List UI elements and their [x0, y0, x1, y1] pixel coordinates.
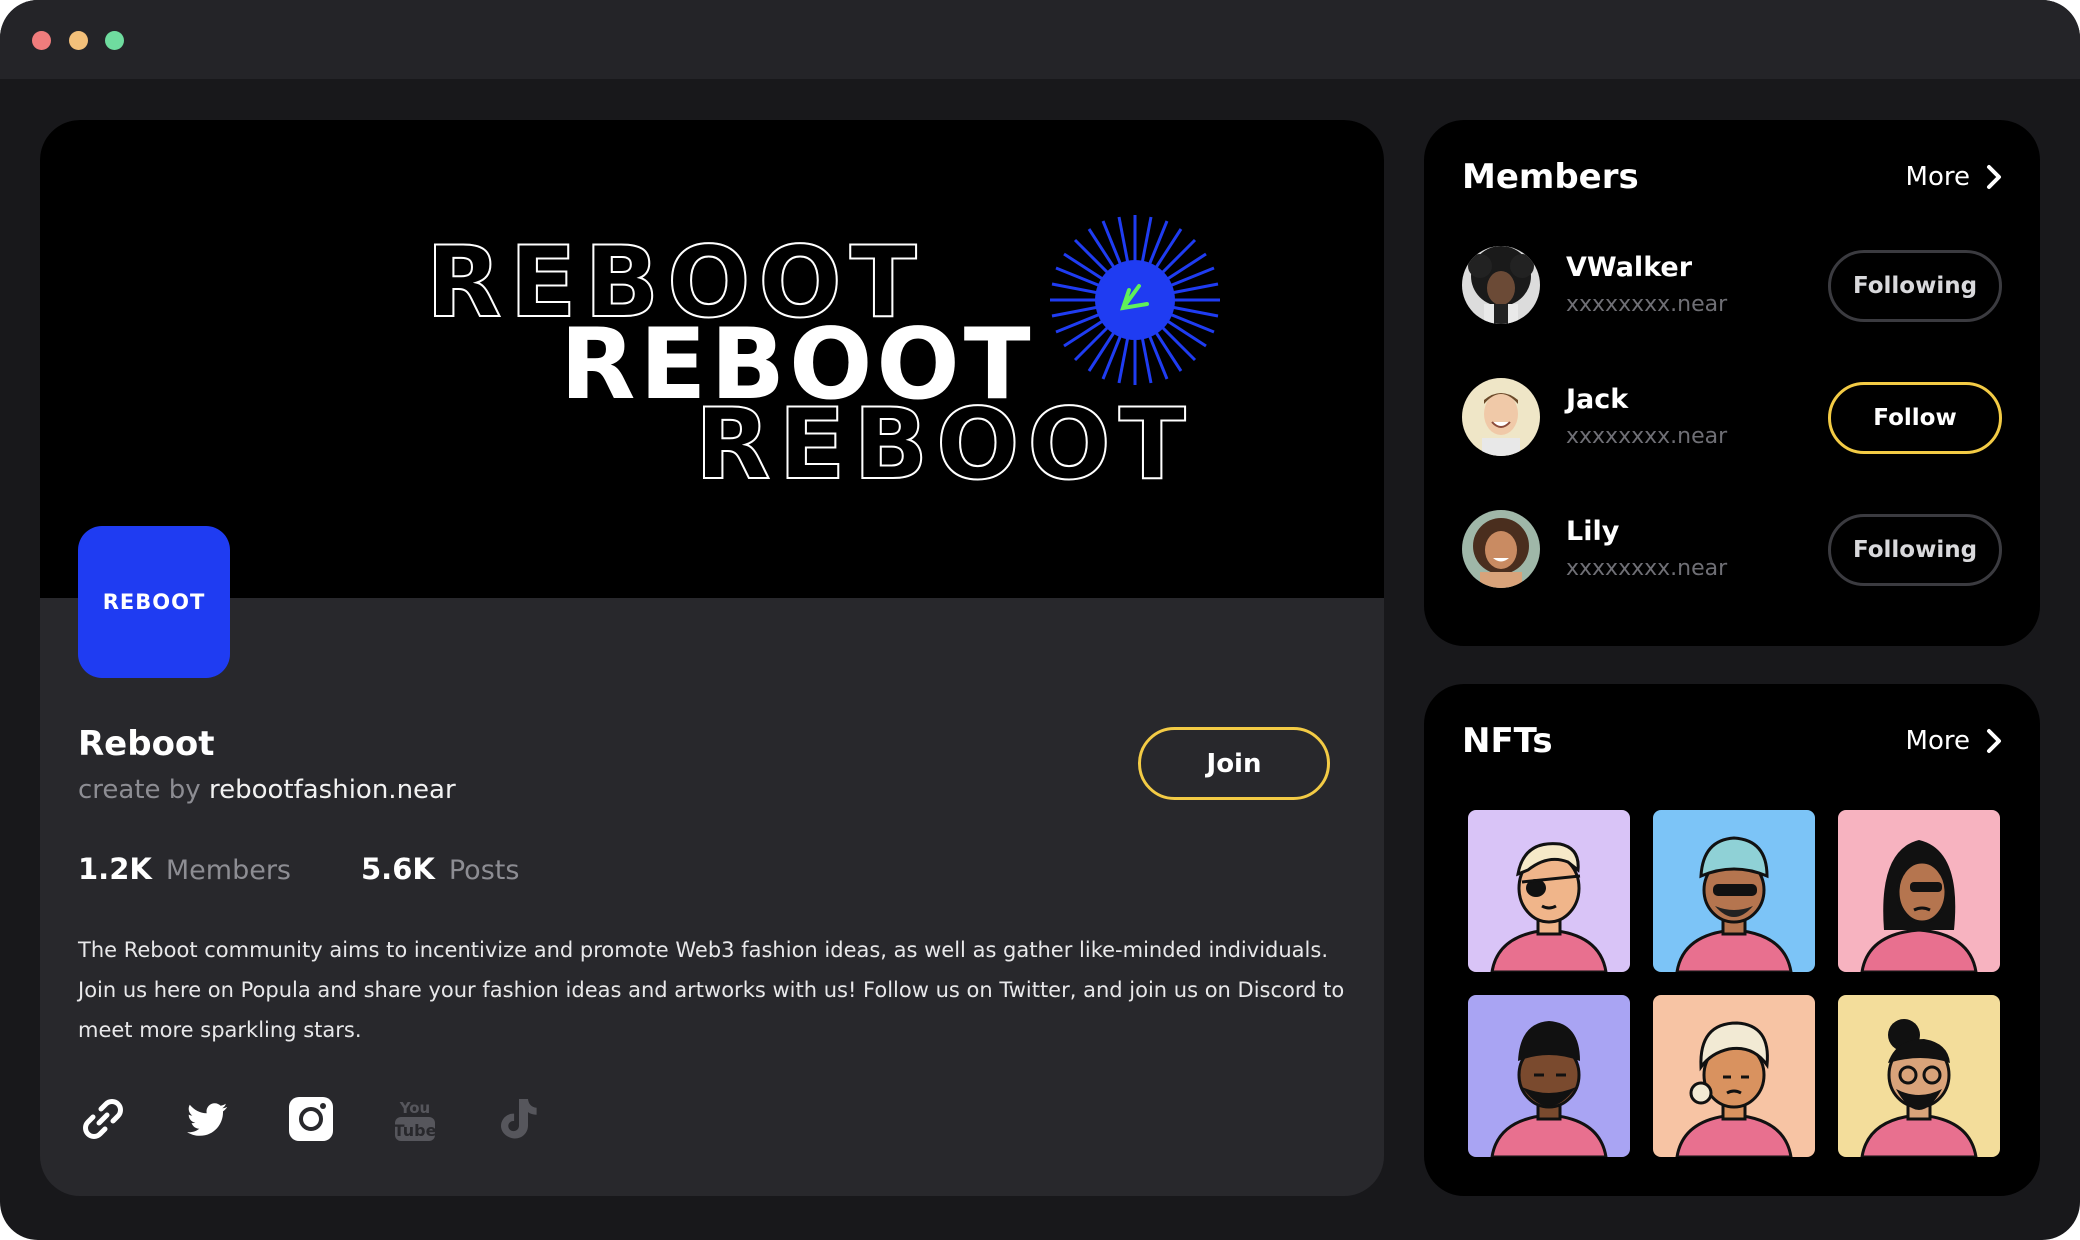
nfts-title: NFTs — [1462, 721, 1553, 761]
created-by-line: create by rebootfashion.near — [78, 775, 456, 805]
close-window-button[interactable] — [32, 31, 51, 50]
avatar — [1462, 378, 1540, 456]
nft-tile[interactable] — [1468, 810, 1630, 972]
posts-label: Posts — [448, 855, 520, 886]
members-label: Members — [165, 855, 291, 886]
chevron-right-icon — [1987, 165, 2001, 189]
title-bar — [0, 0, 2080, 79]
nfts-more-link[interactable]: More — [1906, 726, 2002, 756]
owner-link[interactable]: rebootfashion.near — [209, 775, 456, 805]
banner-artwork: REBOOT REBOOT REBOOT — [425, 215, 1220, 503]
youtube-icon[interactable]: You Tube — [390, 1094, 440, 1144]
starburst-graphic — [1050, 215, 1220, 385]
members-title: Members — [1462, 157, 1639, 197]
logo-text: REBOOT — [102, 590, 206, 614]
member-name: Lily — [1566, 516, 1620, 547]
join-button[interactable]: Join — [1138, 727, 1330, 800]
nft-tile[interactable] — [1653, 995, 1815, 1157]
nft-tile[interactable] — [1838, 995, 2000, 1157]
member-handle: xxxxxxxx.near — [1566, 424, 1728, 449]
avatar — [1462, 246, 1540, 324]
following-button[interactable]: Following — [1828, 250, 2002, 322]
members-more-link[interactable]: More — [1906, 162, 2002, 192]
tiktok-icon[interactable] — [494, 1094, 544, 1144]
member-name: Jack — [1566, 384, 1629, 415]
twitter-icon[interactable] — [182, 1094, 232, 1144]
nft-tile[interactable] — [1838, 810, 2000, 972]
member-handle: xxxxxxxx.near — [1566, 292, 1728, 317]
app-window: REBOOT REBOOT REBOOT REBOOT Reboot creat… — [0, 0, 2080, 1240]
social-links: You Tube — [78, 1094, 598, 1144]
posts-count: 5.6K — [361, 852, 435, 886]
chevron-right-icon — [1987, 729, 2001, 753]
maximize-window-button[interactable] — [105, 31, 124, 50]
member-row[interactable]: Lily xxxxxxxx.near Following — [1462, 510, 2002, 590]
community-description: The Reboot community aims to incentivize… — [78, 938, 1345, 1042]
banner-word-bottom: REBOOT — [695, 388, 1194, 502]
community-card: REBOOT REBOOT REBOOT REBOOT Reboot creat… — [40, 120, 1384, 1196]
member-handle: xxxxxxxx.near — [1566, 556, 1728, 581]
members-count: 1.2K — [78, 852, 152, 886]
follow-button[interactable]: Follow — [1828, 382, 2002, 454]
community-logo: REBOOT — [78, 526, 230, 678]
community-name: Reboot — [78, 724, 215, 764]
following-button[interactable]: Following — [1828, 514, 2002, 586]
nfts-card: NFTs More — [1424, 684, 2040, 1196]
member-name: VWalker — [1566, 252, 1693, 283]
svg-text:You: You — [399, 1099, 430, 1117]
community-banner: REBOOT REBOOT REBOOT — [40, 120, 1384, 598]
created-by-label: create by — [78, 775, 201, 805]
link-icon[interactable] — [78, 1094, 128, 1144]
member-row[interactable]: Jack xxxxxxxx.near Follow — [1462, 378, 2002, 458]
nft-tile[interactable] — [1468, 995, 1630, 1157]
members-card: Members More VWalker xxxxxxxx.near Follo… — [1424, 120, 2040, 646]
member-row[interactable]: VWalker xxxxxxxx.near Following — [1462, 246, 2002, 326]
nft-tile[interactable] — [1653, 810, 1815, 972]
instagram-icon[interactable] — [286, 1094, 336, 1144]
community-stats: 1.2K Members 5.6K Posts — [78, 852, 519, 886]
members-more-label: More — [1905, 162, 1970, 192]
minimize-window-button[interactable] — [69, 31, 88, 50]
nfts-more-label: More — [1905, 726, 1970, 756]
avatar — [1462, 510, 1540, 588]
svg-text:Tube: Tube — [394, 1121, 437, 1140]
